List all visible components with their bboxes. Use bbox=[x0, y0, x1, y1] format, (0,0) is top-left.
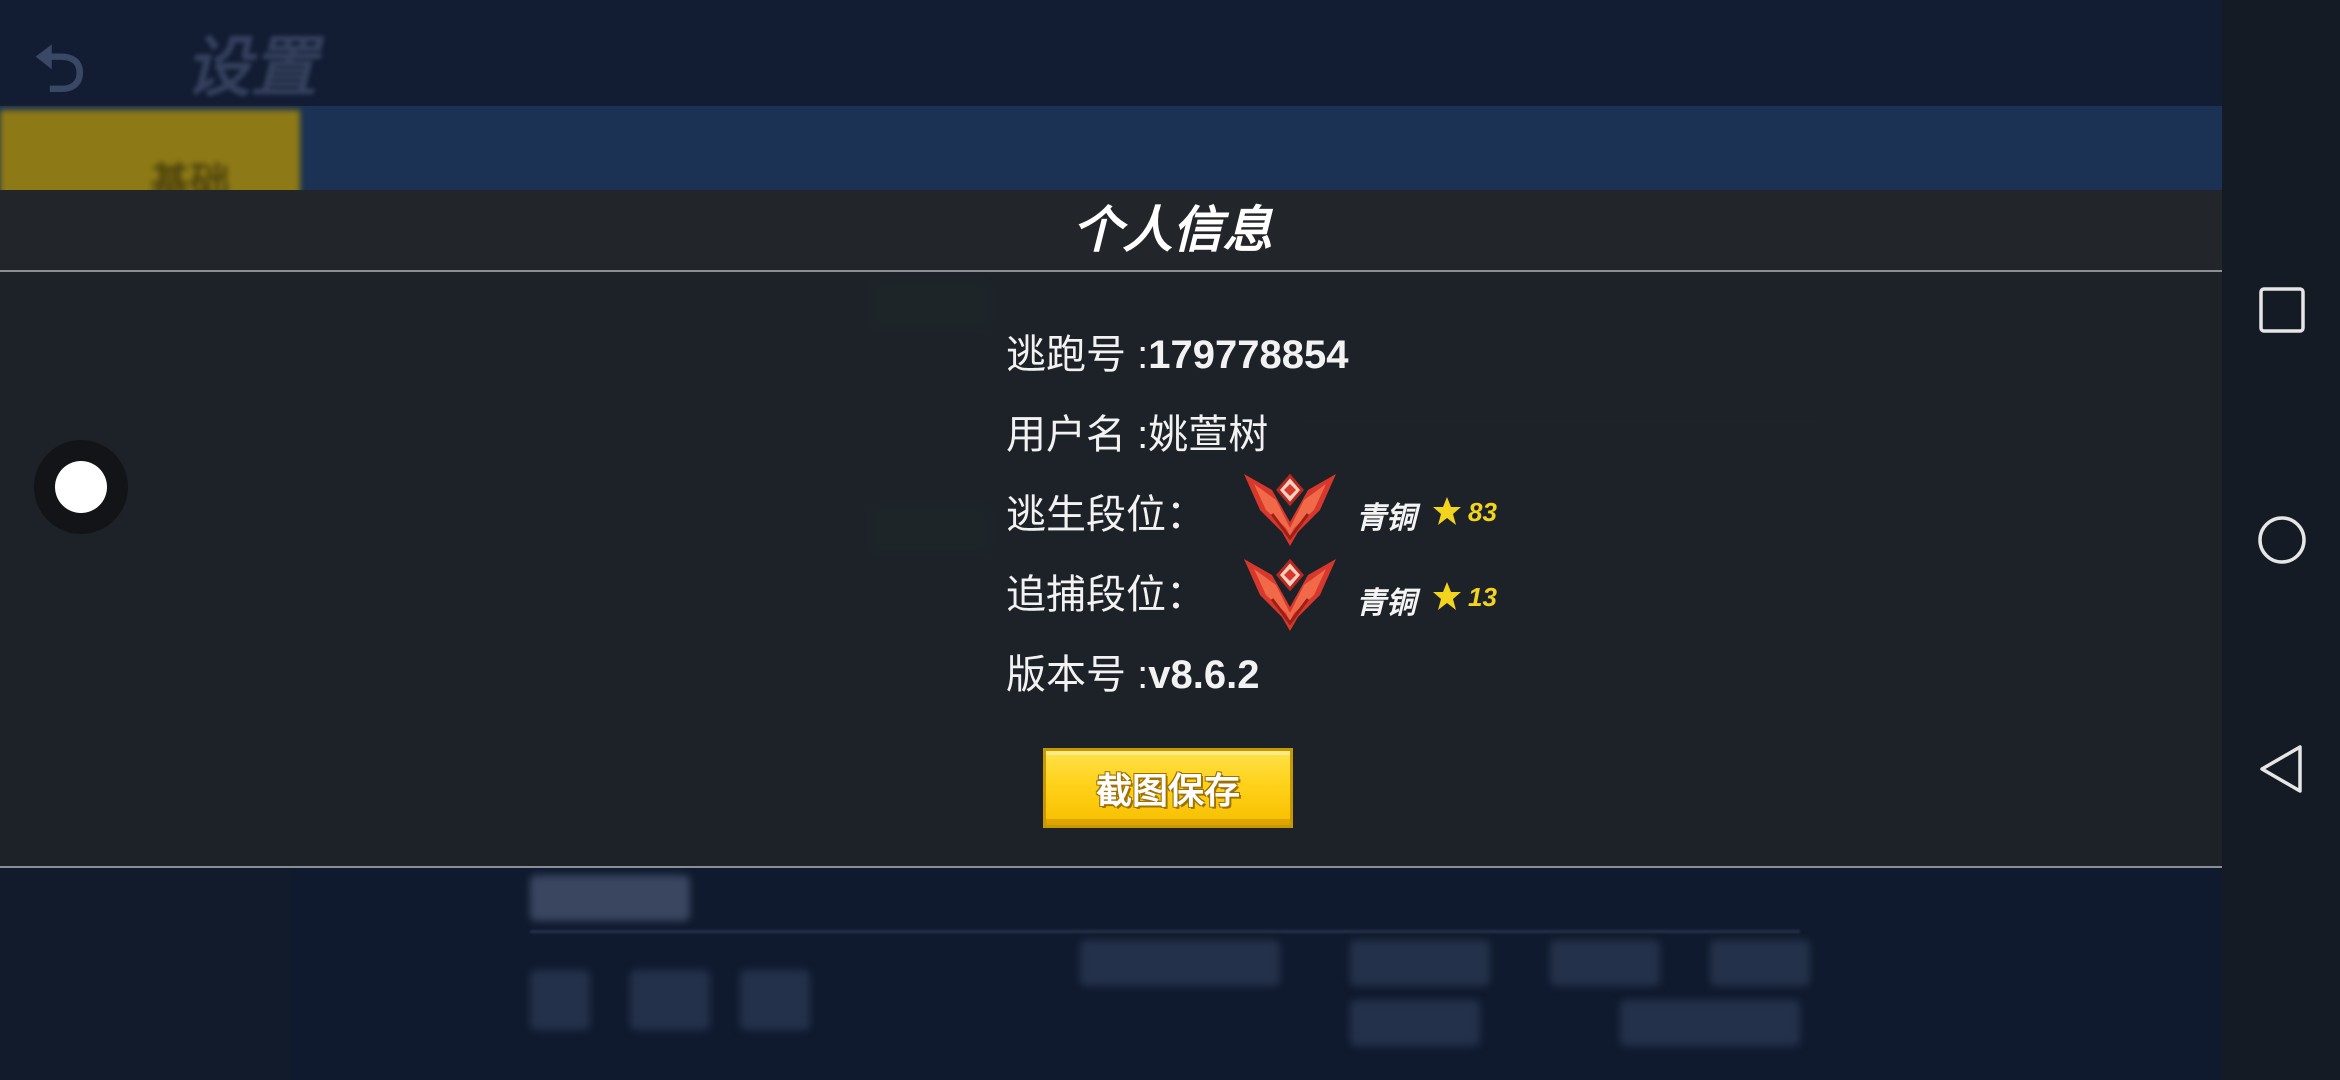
escape-id-value: 179778854 bbox=[1148, 333, 1349, 377]
chase-rank-row: 追捕段位： bbox=[1006, 562, 1206, 620]
chase-rank-label: 追捕段位： bbox=[1006, 573, 1206, 617]
version-label: 版本号 : bbox=[1006, 653, 1149, 697]
bronze-rank-badge-icon bbox=[1244, 558, 1336, 631]
recent-apps-button[interactable] bbox=[2256, 284, 2308, 336]
circle-icon bbox=[2258, 516, 2306, 564]
square-icon bbox=[2259, 287, 2305, 333]
background-page-title: 设置 bbox=[185, 30, 317, 104]
star-icon bbox=[1433, 582, 1461, 610]
floating-ball-dot bbox=[55, 461, 107, 513]
chase-rank-stars: 13 bbox=[1468, 582, 1497, 612]
background-divider bbox=[530, 930, 1800, 933]
modal-title: 个人信息 bbox=[1072, 202, 1273, 258]
save-screenshot-label: 截图保存 bbox=[1095, 770, 1240, 811]
floating-assistive-ball[interactable] bbox=[34, 440, 128, 534]
triangle-back-icon bbox=[2260, 745, 2302, 793]
save-screenshot-button[interactable]: 截图保存 bbox=[1043, 748, 1293, 828]
background-button bbox=[1350, 940, 1490, 986]
background-button bbox=[1550, 940, 1660, 986]
star-icon bbox=[1433, 497, 1461, 525]
bronze-rank-badge-icon bbox=[1244, 473, 1336, 546]
background-top-bar: ⮌ 设置 bbox=[0, 0, 2222, 106]
background-tab-bar bbox=[0, 106, 2222, 192]
username-value: 姚萱树 bbox=[1148, 413, 1269, 457]
background-icon bbox=[630, 970, 710, 1030]
background-button bbox=[1080, 940, 1280, 986]
escape-rank-label: 逃生段位： bbox=[1006, 493, 1206, 537]
background-section-header bbox=[530, 875, 690, 921]
version-value: v8.6.2 bbox=[1148, 653, 1260, 697]
version-row: 版本号 :v8.6.2 bbox=[1006, 642, 1259, 700]
modal-header: 个人信息 bbox=[0, 190, 2222, 272]
background-button bbox=[1350, 1000, 1480, 1046]
modal-bottom-border bbox=[0, 866, 2222, 868]
escape-rank-name: 青铜 bbox=[1356, 502, 1416, 535]
background-button bbox=[1620, 1000, 1800, 1046]
username-row: 用户名 :姚萱树 bbox=[1006, 402, 1268, 460]
escape-rank-stars: 83 bbox=[1468, 497, 1497, 527]
escape-id-row: 逃跑号 :179778854 bbox=[1006, 322, 1348, 380]
background-button bbox=[1710, 940, 1810, 986]
username-label: 用户名 : bbox=[1006, 413, 1149, 457]
escape-rank-row: 逃生段位： bbox=[1006, 482, 1206, 540]
home-button[interactable] bbox=[2256, 514, 2308, 566]
back-button[interactable] bbox=[2256, 743, 2308, 795]
chase-rank-name: 青铜 bbox=[1356, 587, 1416, 620]
background-icon bbox=[740, 970, 810, 1030]
escape-id-label: 逃跑号 : bbox=[1006, 333, 1149, 377]
background-icon bbox=[530, 970, 590, 1030]
